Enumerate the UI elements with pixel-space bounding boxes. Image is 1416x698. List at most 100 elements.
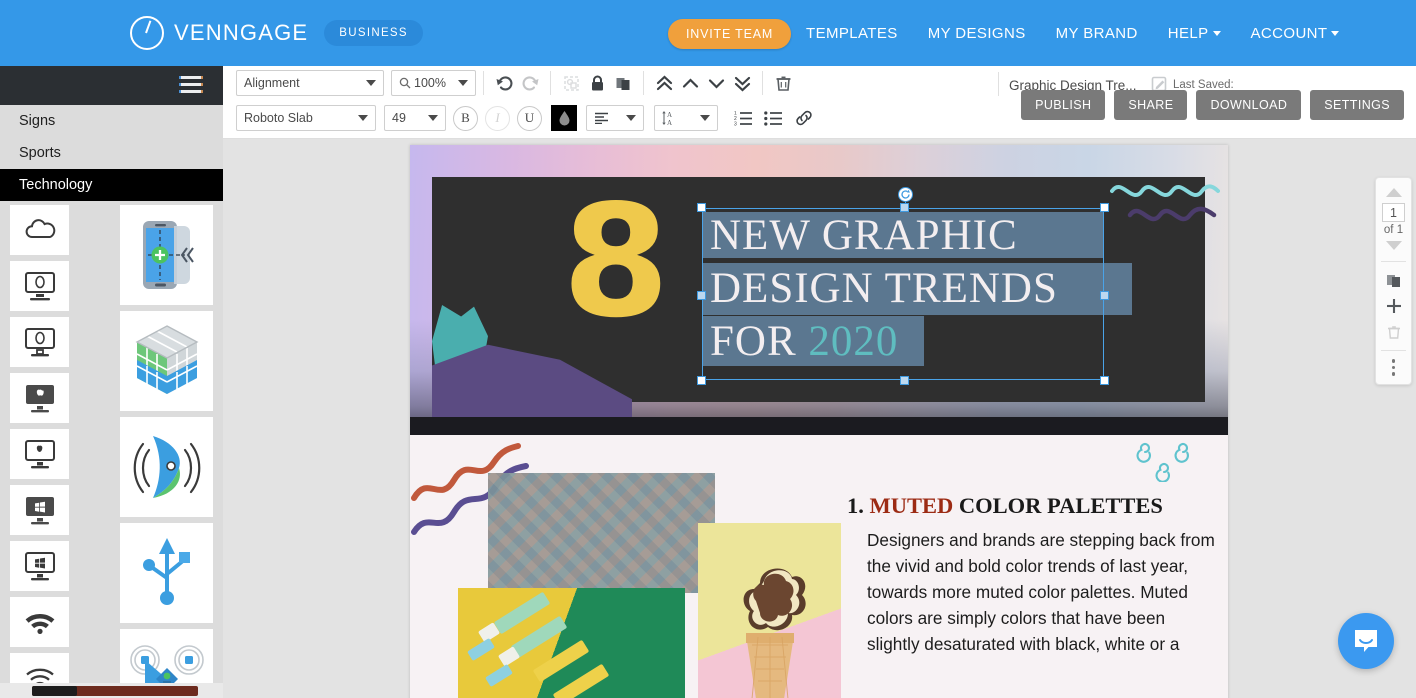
font-size-select[interactable]: 49	[384, 105, 446, 131]
main-nav-links: TEMPLATES MY DESIGNS MY BRAND HELP ACCOU…	[806, 0, 1340, 66]
redo-icon[interactable]	[517, 70, 543, 96]
resize-handle-n[interactable]	[900, 203, 909, 212]
text-align-select[interactable]	[586, 105, 644, 131]
italic-label: I	[495, 110, 500, 125]
chevron-down-icon	[700, 115, 710, 121]
font-family-select[interactable]: Roboto Slab	[236, 105, 376, 131]
brand-logo-area[interactable]: VENNGAGE BUSINESS	[130, 16, 423, 50]
intercom-chat-icon	[1355, 630, 1377, 652]
more-options-icon[interactable]	[1391, 359, 1396, 376]
delete-icon[interactable]	[770, 70, 796, 96]
usb-symbol-icon[interactable]	[120, 523, 213, 623]
nav-link-help-label: HELP	[1167, 24, 1209, 42]
imac-apple-icon[interactable]	[10, 373, 69, 423]
alignment-select[interactable]: Alignment	[236, 70, 384, 96]
monitor-linux-icon[interactable]	[10, 261, 69, 311]
sidebar-horizontal-scrollbar-thumb-secondary[interactable]	[32, 686, 77, 696]
underline-label: U	[524, 110, 535, 125]
image-erasers-photo[interactable]	[458, 588, 685, 698]
duplicate-page-icon[interactable]	[1381, 267, 1407, 293]
zoom-select[interactable]: 100%	[391, 70, 476, 96]
action-buttons-group: PUBLISH SHARE DOWNLOAD SETTINGS	[1021, 90, 1404, 120]
line-height-select[interactable]: A A	[654, 105, 718, 131]
resize-handle-ne[interactable]	[1100, 203, 1109, 212]
nav-link-help[interactable]: HELP	[1168, 25, 1221, 42]
bring-to-front-icon[interactable]	[651, 70, 677, 96]
undo-icon[interactable]	[491, 70, 517, 96]
panel-divider	[1381, 261, 1406, 262]
nav-link-my-brand[interactable]: MY BRAND	[1056, 25, 1138, 42]
line-height-icon: A A	[662, 111, 672, 126]
selection-outline	[702, 208, 1104, 380]
brand-name: VENNGAGE	[174, 20, 309, 45]
resize-handle-e[interactable]	[1100, 291, 1109, 300]
invite-team-button[interactable]: INVITE TEAM	[668, 19, 792, 49]
resize-handle-se[interactable]	[1100, 376, 1109, 385]
desktop-linux-icon[interactable]	[10, 317, 69, 367]
resize-handle-sw[interactable]	[697, 376, 706, 385]
page-count-label: of 1	[1383, 224, 1404, 236]
italic-button[interactable]: I	[485, 105, 510, 131]
resize-handle-s[interactable]	[900, 376, 909, 385]
zoom-select-value: 100%	[414, 76, 446, 90]
bulleted-list-icon[interactable]	[760, 105, 786, 131]
section-body-text[interactable]: Designers and brands are stepping back f…	[867, 527, 1217, 657]
hero-number[interactable]: 8	[562, 184, 670, 339]
download-button[interactable]: DOWNLOAD	[1196, 90, 1302, 120]
crop-icon[interactable]	[558, 70, 584, 96]
imac-apple-filled-icon[interactable]	[10, 429, 69, 479]
toolbar-divider	[483, 71, 484, 95]
rubiks-cube-icon[interactable]	[120, 311, 213, 411]
image-icecream-photo[interactable]	[698, 523, 841, 698]
page-up-arrow[interactable]	[1385, 188, 1402, 197]
page-number-input[interactable]: 1	[1382, 203, 1405, 222]
design-page[interactable]: 8 NEW GRAPHIC DESIGN TRENDS FOR 2020 1. …	[410, 145, 1228, 698]
resize-handle-nw[interactable]	[697, 203, 706, 212]
text-color-swatch[interactable]	[551, 105, 577, 131]
nav-link-my-designs[interactable]: MY DESIGNS	[928, 25, 1026, 42]
resize-handle-w[interactable]	[697, 291, 706, 300]
add-page-icon[interactable]	[1381, 293, 1407, 319]
image-scale-tiles-photo[interactable]	[488, 473, 715, 593]
nav-link-account[interactable]: ACCOUNT	[1251, 25, 1340, 42]
bold-button[interactable]: B	[453, 105, 478, 131]
page-down-arrow[interactable]	[1385, 241, 1402, 250]
mobile-phone-flexible-icon[interactable]	[120, 205, 213, 305]
rotate-handle[interactable]	[898, 187, 913, 202]
canvas-scroll-area[interactable]: 8 NEW GRAPHIC DESIGN TRENDS FOR 2020 1. …	[223, 139, 1416, 698]
cloud-icon[interactable]	[10, 205, 69, 255]
nav-link-templates[interactable]: TEMPLATES	[806, 25, 898, 42]
send-to-back-icon[interactable]	[729, 70, 755, 96]
hamburger-menu-icon[interactable]	[179, 76, 203, 93]
send-backward-icon[interactable]	[703, 70, 729, 96]
settings-button[interactable]: SETTINGS	[1310, 90, 1404, 120]
duplicate-icon[interactable]	[610, 70, 636, 96]
wifi-signal-bird-icon[interactable]	[120, 417, 213, 517]
font-family-value: Roboto Slab	[244, 111, 313, 125]
sidebar-item-signs[interactable]: Signs	[0, 105, 223, 137]
toolbar-row-top: Alignment 100%	[236, 70, 796, 96]
lock-icon[interactable]	[584, 70, 610, 96]
sidebar-item-technology[interactable]: Technology	[0, 169, 223, 201]
numbered-list-icon[interactable]: 123	[730, 105, 756, 131]
monitor-windows-icon[interactable]	[10, 541, 69, 591]
rotate-icon	[901, 189, 910, 199]
chat-support-button[interactable]	[1338, 613, 1394, 669]
share-button[interactable]: SHARE	[1114, 90, 1188, 120]
section-heading-highlight: MUTED	[869, 493, 954, 518]
delete-page-icon[interactable]	[1381, 319, 1407, 345]
bring-forward-icon[interactable]	[677, 70, 703, 96]
monitor-windows-filled-icon[interactable]	[10, 485, 69, 535]
publish-button[interactable]: PUBLISH	[1021, 90, 1106, 120]
selected-text-object[interactable]: NEW GRAPHIC DESIGN TRENDS FOR 2020	[697, 187, 1132, 385]
sidebar-item-sports-label: Sports	[19, 145, 61, 161]
toolbar-divider	[643, 71, 644, 95]
section-heading[interactable]: 1. MUTED COLOR PALETTES	[847, 493, 1163, 519]
sidebar-item-sports[interactable]: Sports	[0, 137, 223, 169]
link-icon[interactable]	[791, 105, 817, 131]
hero-section[interactable]: 8 NEW GRAPHIC DESIGN TRENDS FOR 2020	[410, 145, 1228, 435]
chevron-down-icon	[626, 115, 636, 121]
wifi-filled-icon[interactable]	[10, 597, 69, 647]
underline-button[interactable]: U	[517, 105, 542, 131]
sidebar-item-signs-label: Signs	[19, 113, 56, 129]
